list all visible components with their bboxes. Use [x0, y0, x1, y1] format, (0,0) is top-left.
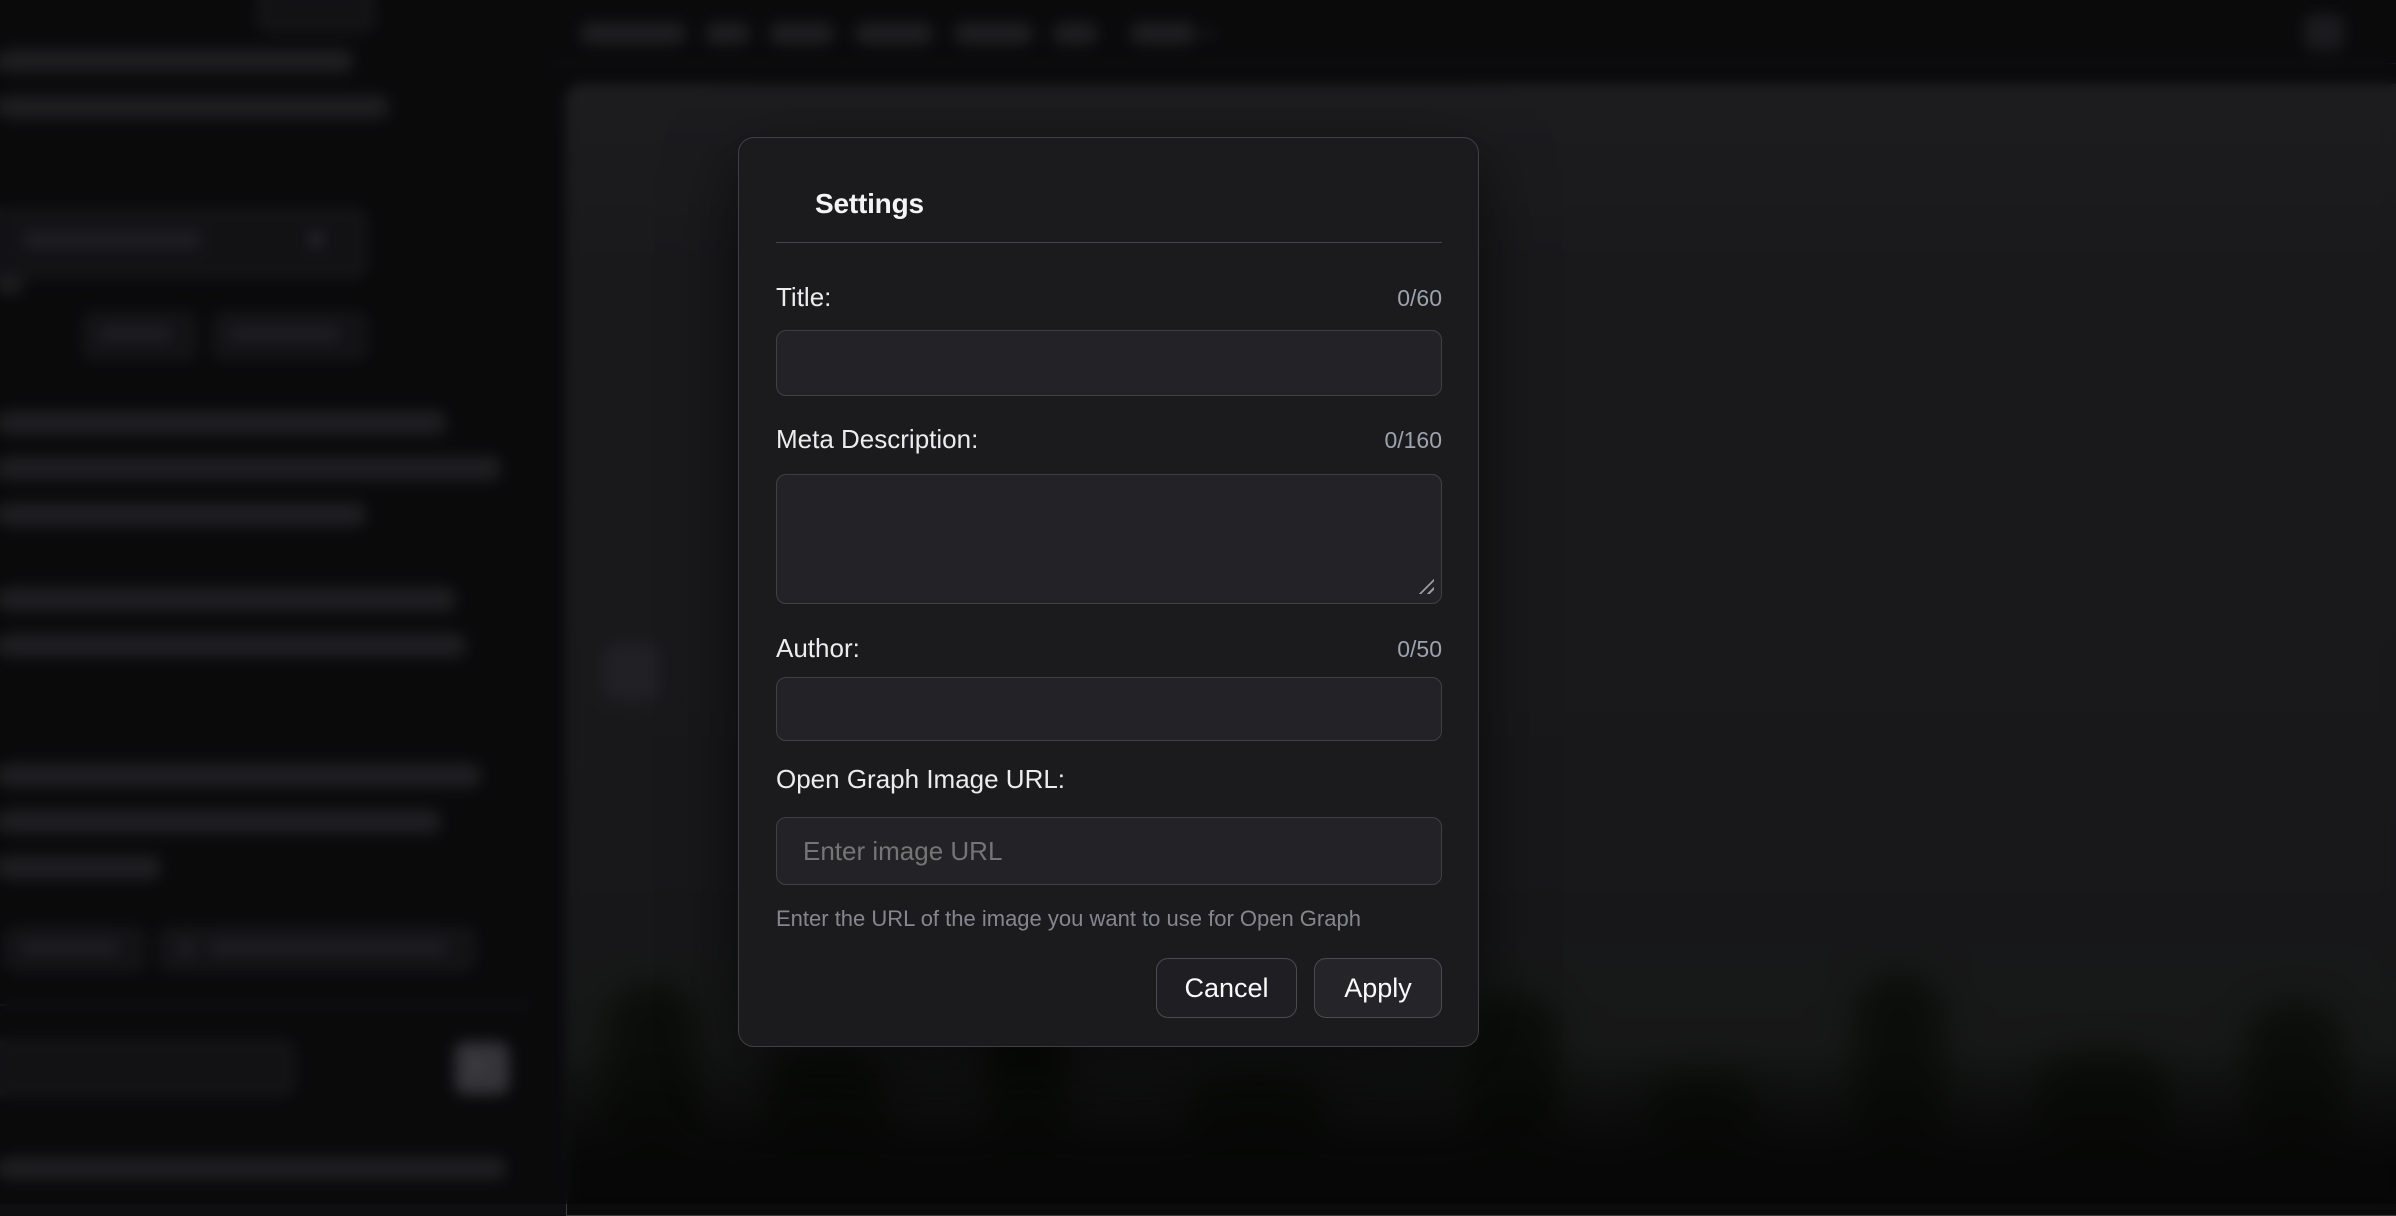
og-image-url-input[interactable]	[776, 817, 1442, 885]
settings-dialog: Settings Title: 0/60 Meta Description: 0…	[738, 137, 1479, 1047]
resize-handle-icon[interactable]	[1417, 577, 1434, 594]
meta-description-label: Meta Description:	[776, 423, 978, 455]
apply-button[interactable]: Apply	[1314, 958, 1442, 1018]
title-input[interactable]	[776, 330, 1442, 396]
meta-description-char-counter: 0/160	[1384, 424, 1442, 456]
title-char-counter: 0/60	[1397, 282, 1442, 314]
cancel-button[interactable]: Cancel	[1156, 958, 1297, 1018]
dialog-divider	[776, 242, 1442, 243]
title-label: Title:	[776, 281, 831, 313]
og-image-url-label: Open Graph Image URL:	[776, 763, 1065, 795]
author-char-counter: 0/50	[1397, 633, 1442, 665]
author-label: Author:	[776, 632, 860, 664]
og-image-url-helper: Enter the URL of the image you want to u…	[776, 905, 1442, 933]
author-input[interactable]	[776, 677, 1442, 741]
dialog-title: Settings	[815, 188, 1442, 220]
meta-description-textarea[interactable]	[776, 474, 1442, 604]
